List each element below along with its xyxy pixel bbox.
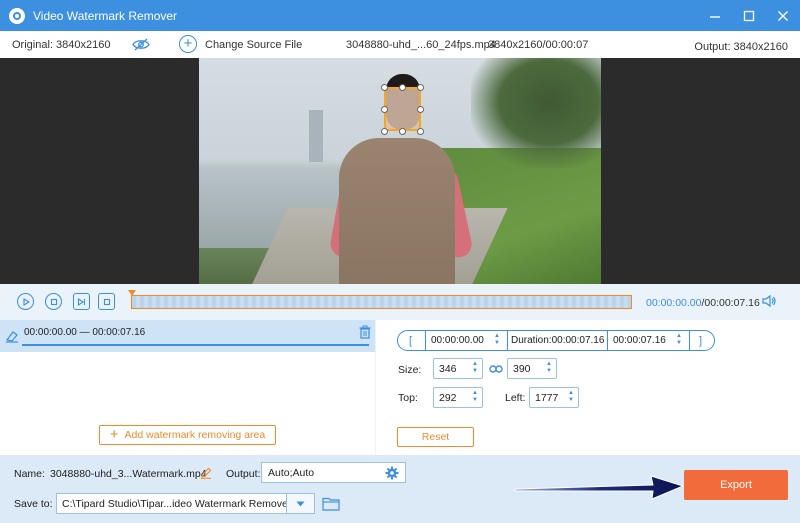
output-format-field[interactable]: Auto;Auto [261, 462, 406, 483]
time-display: 00:00:00.00/00:00:07.16 [646, 297, 760, 309]
video-preview[interactable] [199, 58, 601, 284]
add-area-label: Add watermark removing area [124, 429, 266, 441]
file-resolution-duration: 3840x2160/00:00:07 [488, 39, 589, 51]
original-resolution: Original: 3840x2160 [12, 39, 111, 51]
area-settings-panel: [ 00:00:00.00 ▲ ▼ Duration:00:00:07.16 00… [376, 320, 800, 455]
total-time: /00:00:07.16 [701, 297, 760, 309]
loop-button[interactable] [98, 293, 115, 310]
clip-time-range: 00:00:00.00 — 00:00:07.16 [24, 327, 146, 338]
volume-icon[interactable] [762, 294, 776, 308]
left-label: Left: [505, 392, 526, 404]
plus-icon: + [109, 426, 119, 443]
top-value: 292 [439, 391, 457, 404]
stop-button[interactable] [45, 293, 62, 310]
folder-icon[interactable] [322, 496, 340, 511]
left-value: 1777 [535, 391, 559, 404]
current-time: 00:00:00.00 [646, 297, 702, 309]
frame-icon [103, 298, 110, 305]
preview-area [0, 58, 800, 284]
close-icon [778, 10, 788, 21]
play-button[interactable] [17, 293, 34, 310]
save-to-path-field[interactable]: C:\Tipard Studio\Tipar...ideo Watermark … [56, 493, 315, 514]
export-button[interactable]: Export [684, 470, 788, 500]
name-label: Name: [14, 468, 45, 480]
end-time-stepper[interactable]: ▲ ▼ [675, 333, 683, 348]
output-label: Output: [226, 468, 261, 480]
change-source-file-button[interactable]: Change Source File [205, 39, 302, 51]
reset-button[interactable]: Reset [397, 427, 474, 447]
add-source-icon[interactable]: + [179, 35, 197, 53]
left-stepper[interactable]: ▲ ▼ [567, 390, 575, 404]
file-name: 3048880-uhd_...60_24fps.mp4 [346, 39, 496, 51]
size-label: Size: [398, 364, 422, 376]
set-end-button[interactable]: ] [699, 331, 702, 350]
top-field[interactable]: 292 ▲ ▼ [433, 387, 483, 408]
next-frame-icon [77, 297, 86, 306]
start-time-field[interactable]: 00:00:00.00 [431, 331, 484, 350]
height-stepper[interactable]: ▲ ▼ [545, 361, 553, 375]
app-logo-icon [9, 7, 25, 24]
playhead-marker[interactable] [128, 290, 136, 296]
height-field[interactable]: 390 ▲ ▼ [507, 358, 557, 379]
save-to-dropdown[interactable] [286, 494, 314, 513]
play-icon [22, 297, 30, 306]
playback-controls: 00:00:00.00/00:00:07.16 [0, 284, 800, 320]
add-watermark-area-button[interactable]: + Add watermark removing area [99, 425, 276, 445]
resize-handle[interactable] [417, 128, 424, 135]
app-title: Video Watermark Remover [33, 8, 178, 23]
minimize-button[interactable] [698, 0, 732, 31]
eye-hidden-icon[interactable] [132, 38, 150, 51]
resize-handle[interactable] [399, 84, 406, 91]
maximize-icon [743, 10, 755, 21]
list-item[interactable]: 00:00:00.00 — 00:00:07.16 [0, 320, 375, 352]
gear-icon[interactable] [385, 466, 399, 480]
resize-handle[interactable] [381, 84, 388, 91]
next-frame-button[interactable] [73, 293, 90, 310]
left-field[interactable]: 1777 ▲ ▼ [529, 387, 579, 408]
title-bar: Video Watermark Remover [0, 0, 800, 31]
start-time-stepper[interactable]: ▲ ▼ [493, 333, 501, 348]
pencil-icon[interactable] [200, 467, 212, 479]
width-stepper[interactable]: ▲ ▼ [471, 361, 479, 375]
width-value: 346 [439, 362, 457, 375]
save-to-label: Save to: [14, 498, 53, 510]
output-resolution: Output: 3840x2160 [694, 41, 788, 53]
duration-field[interactable]: Duration:00:00:07.16 [511, 331, 604, 350]
width-field[interactable]: 346 ▲ ▼ [433, 358, 483, 379]
time-range-strip: [ 00:00:00.00 ▲ ▼ Duration:00:00:07.16 00… [397, 330, 715, 351]
window-controls [698, 0, 800, 31]
stop-icon [50, 298, 57, 305]
output-format-value: Auto;Auto [268, 466, 315, 479]
height-value: 390 [513, 362, 531, 375]
resize-handle[interactable] [381, 106, 388, 113]
eraser-icon [5, 331, 18, 343]
timeline[interactable] [128, 290, 632, 309]
top-label: Top: [398, 392, 418, 404]
resize-handle[interactable] [381, 128, 388, 135]
info-bar: Original: 3840x2160 + Change Source File… [0, 31, 800, 58]
clip-list-panel: 00:00:00.00 — 00:00:07.16 + Add watermar… [0, 320, 375, 455]
end-time-field[interactable]: 00:00:07.16 [613, 331, 666, 350]
resize-handle[interactable] [399, 128, 406, 135]
maximize-button[interactable] [732, 0, 766, 31]
top-stepper[interactable]: ▲ ▼ [471, 390, 479, 404]
annotation-arrow-icon [514, 475, 685, 500]
resize-handle[interactable] [417, 84, 424, 91]
trash-icon[interactable] [359, 325, 371, 339]
set-start-button[interactable]: [ [409, 331, 412, 350]
clip-duration-bar [22, 344, 369, 346]
chevron-down-icon [296, 501, 305, 506]
output-settings-bar: Name: 3048880-uhd_3...Watermark.mp4 Outp… [0, 455, 800, 523]
output-file-name: 3048880-uhd_3...Watermark.mp4 [50, 468, 207, 480]
link-icon[interactable] [489, 363, 503, 375]
watermark-selection-box[interactable] [384, 87, 421, 131]
close-button[interactable] [766, 0, 800, 31]
save-to-path: C:\Tipard Studio\Tipar...ideo Watermark … [62, 497, 292, 510]
minimize-icon [710, 15, 720, 18]
resize-handle[interactable] [417, 106, 424, 113]
